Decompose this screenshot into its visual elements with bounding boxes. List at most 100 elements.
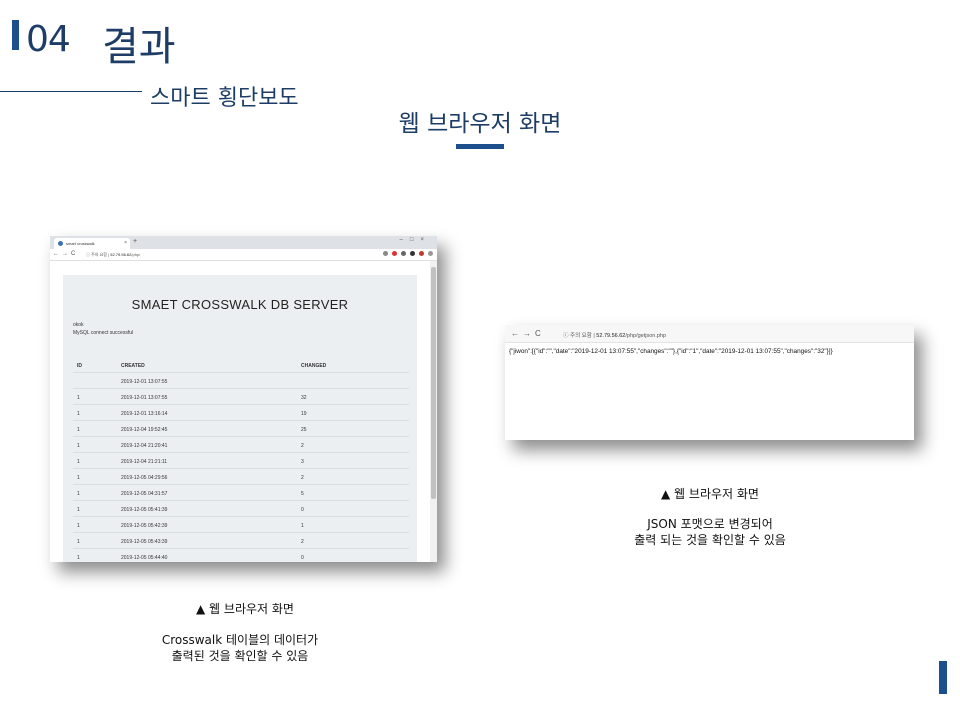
- column-header-created: CREATED: [121, 363, 145, 369]
- caption-line: 출력된 것을 확인할 수 있음: [171, 649, 309, 663]
- cell-created: 2019-12-01 13:07:55: [121, 395, 168, 401]
- new-tab-button[interactable]: +: [133, 238, 137, 245]
- browser-tab[interactable]: smart crosswalk ×: [54, 238, 130, 249]
- json-output: {"jiwon":[{"id":"","date":"2019-12-01 13…: [509, 348, 833, 355]
- caption-heading-right: ▲ 웹 브라우저 화면: [661, 487, 759, 501]
- subtitle-rule: [0, 91, 142, 92]
- table-row: 1 2019-12-05 05:43:39 2: [73, 533, 409, 549]
- heading-underline: [456, 144, 504, 149]
- nav-buttons[interactable]: ←→C: [511, 329, 545, 338]
- section-title: 결과: [102, 24, 176, 70]
- table-row: 1 2019-12-05 05:42:39 1: [73, 517, 409, 533]
- cell-created: 2019-12-05 04:31:57: [121, 491, 168, 497]
- tab-close-icon[interactable]: ×: [124, 240, 127, 246]
- table-row: 1 2019-12-01 13:07:55 32: [73, 389, 409, 405]
- table-row: 1 2019-12-04 19:52:45 25: [73, 421, 409, 437]
- cell-created: 2019-12-04 19:52:45: [121, 427, 168, 433]
- cell-id: 1: [77, 523, 80, 529]
- favicon-icon: [58, 241, 63, 246]
- browser-screenshot-json: ←→C ⓘ 주의 요함 | 52.79.56.62/php/getjson.ph…: [505, 325, 914, 440]
- cell-created: 2019-12-01 13:16:14: [121, 411, 168, 417]
- cell-id: 1: [77, 491, 80, 497]
- cell-created: 2019-12-05 04:29:56: [121, 475, 168, 481]
- status-message: okok: [73, 322, 84, 328]
- star-icon[interactable]: [383, 251, 388, 256]
- cell-created: 2019-12-05 05:44:40: [121, 555, 168, 561]
- tab-bar: smart crosswalk × + –□×: [50, 236, 437, 249]
- url-path: /php/getjson.php: [625, 333, 667, 339]
- cell-id: 1: [77, 507, 80, 513]
- menu-icon[interactable]: [428, 251, 433, 256]
- caption-left: Crosswalk 테이블의 데이터가 출력된 것을 확인할 수 있음: [90, 632, 390, 664]
- slide-heading: 웹 브라우저 화면: [398, 111, 562, 137]
- scrollbar[interactable]: [430, 261, 437, 562]
- cell-id: 1: [77, 539, 80, 545]
- cell-changed: 2: [301, 443, 304, 449]
- page-content: SMAET CROSSWALK DB SERVER okok MySQL con…: [50, 261, 430, 562]
- caption-line: Crosswalk 테이블의 데이터가: [161, 633, 319, 647]
- cell-created: 2019-12-04 21:20:41: [121, 443, 168, 449]
- section-number: 04: [26, 19, 71, 60]
- table-row: 1 2019-12-05 04:29:56 2: [73, 469, 409, 485]
- cell-changed: 25: [301, 427, 307, 433]
- cell-id: 1: [77, 475, 80, 481]
- table-header: ID CREATED CHANGED: [73, 357, 409, 373]
- extension-icon[interactable]: [401, 251, 406, 256]
- extension-icon[interactable]: [410, 251, 415, 256]
- status-message: MySQL connect successful: [73, 330, 134, 336]
- nav-buttons[interactable]: ←→C: [53, 251, 78, 257]
- corner-accent-bar: [939, 661, 947, 694]
- accent-bar: [12, 20, 19, 50]
- db-panel: SMAET CROSSWALK DB SERVER okok MySQL con…: [63, 275, 417, 562]
- cell-created: 2019-12-05 05:43:39: [121, 539, 168, 545]
- cell-changed: 3: [301, 459, 304, 465]
- browser-toolbar: ←→C ⓘ 주의 요함 | 52.79.56.62/php/getjson.ph…: [505, 325, 914, 343]
- cell-changed: 1: [301, 523, 304, 529]
- table-row: 1 2019-12-04 21:20:41 2: [73, 437, 409, 453]
- table-row: 1 2019-12-04 21:21:11 3: [73, 453, 409, 469]
- cell-id: 1: [77, 555, 80, 561]
- profile-avatar-icon[interactable]: [419, 251, 424, 256]
- cell-created: 2019-12-05 05:42:39: [121, 523, 168, 529]
- tab-title: smart crosswalk: [66, 241, 95, 246]
- address-bar[interactable]: ⓘ 주의 요함 | 52.79.56.62/php/getjson.php: [563, 331, 666, 339]
- cell-changed: 0: [301, 507, 304, 513]
- cell-changed: 2: [301, 539, 304, 545]
- cell-changed: 19: [301, 411, 307, 417]
- browser-screenshot-db-table: smart crosswalk × + –□× ←→C ⓘ 주의 요함 | 52…: [50, 236, 437, 562]
- caption-line: JSON 포맷으로 변경되어: [647, 517, 773, 531]
- table-row: 1 2019-12-05 05:41:39 0: [73, 501, 409, 517]
- cell-id: 1: [77, 427, 80, 433]
- url-path: /php/: [131, 252, 141, 257]
- server-title: SMAET CROSSWALK DB SERVER: [131, 297, 349, 312]
- cell-changed: 5: [301, 491, 304, 497]
- cell-changed: 0: [301, 555, 304, 561]
- extension-icons: [383, 251, 433, 256]
- table-row: 1 2019-12-05 05:44:40 0: [73, 549, 409, 562]
- cell-id: 1: [77, 395, 80, 401]
- caption-right: JSON 포맷으로 변경되어 출력 되는 것을 확인할 수 있음: [555, 516, 865, 548]
- table-row: 2019-12-01 13:07:55: [73, 373, 409, 389]
- cell-created: 2019-12-04 21:21:11: [121, 459, 168, 465]
- subtitle: 스마트 횡단보도: [150, 86, 299, 111]
- extension-icon[interactable]: [392, 251, 397, 256]
- scrollbar-thumb[interactable]: [431, 267, 436, 499]
- cell-changed: 32: [301, 395, 307, 401]
- address-bar[interactable]: ⓘ 주의 요함 | 52.79.56.62/php/: [86, 252, 140, 258]
- table-row: 1 2019-12-01 13:16:14 19: [73, 405, 409, 421]
- cell-created: 2019-12-05 05:41:39: [121, 507, 168, 513]
- browser-toolbar: ←→C ⓘ 주의 요함 | 52.79.56.62/php/: [50, 249, 437, 261]
- cell-id: 1: [77, 411, 80, 417]
- table-row: 1 2019-12-05 04:31:57 5: [73, 485, 409, 501]
- column-header-changed: CHANGED: [301, 363, 327, 369]
- caption-heading-left: ▲ 웹 브라우저 화면: [196, 602, 294, 616]
- security-label: ⓘ 주의 요함: [86, 252, 107, 257]
- caption-line: 출력 되는 것을 확인할 수 있음: [634, 533, 786, 547]
- db-table: ID CREATED CHANGED 2019-12-01 13:07:55 1 2…: [73, 357, 409, 562]
- cell-created: 2019-12-01 13:07:55: [121, 379, 168, 385]
- window-controls[interactable]: –□×: [400, 237, 431, 243]
- cell-id: 1: [77, 459, 80, 465]
- url-host: 52.79.56.62: [596, 333, 626, 339]
- url-host: 52.79.56.62: [110, 252, 132, 257]
- cell-changed: 2: [301, 475, 304, 481]
